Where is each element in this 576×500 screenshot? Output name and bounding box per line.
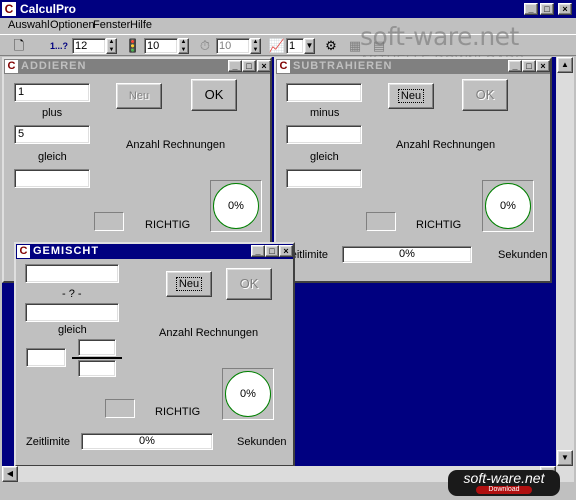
- correct-indicator: [94, 212, 124, 231]
- menu-optionen[interactable]: Optionen: [50, 19, 95, 31]
- main-title-bar[interactable]: C CalculPro _ □ ×: [0, 0, 576, 18]
- operator-label: minus: [310, 107, 340, 119]
- gauge-percent: 0%: [225, 371, 271, 417]
- settings-icon[interactable]: ⚙: [322, 37, 340, 55]
- menu-hilfe[interactable]: Hilfe: [130, 19, 152, 31]
- seconds-label: Sekunden: [237, 436, 287, 448]
- fraction-bar: [72, 357, 122, 359]
- addieren-title: ADDIEREN: [21, 60, 87, 72]
- window-subtrahieren[interactable]: C SUBTRAHIEREN _ □ × minus gleich Neu OK…: [274, 57, 552, 283]
- count-label: Anzahl Rechnungen: [396, 139, 496, 151]
- gemischt-title: GEMISCHT: [33, 245, 100, 257]
- result-input[interactable]: [14, 169, 90, 188]
- equals-label: gleich: [310, 151, 339, 163]
- addend-2-input[interactable]: 5: [14, 125, 90, 144]
- time-input[interactable]: 10: [216, 38, 250, 54]
- correct-label: RICHTIG: [145, 219, 191, 231]
- ok-button[interactable]: OK: [191, 79, 237, 111]
- denominator-input[interactable]: [78, 360, 116, 377]
- gauge-percent: 0%: [485, 183, 531, 229]
- watermark-logo: soft-ware.net: [360, 22, 519, 51]
- close-icon[interactable]: ×: [536, 60, 550, 72]
- result-input[interactable]: [286, 169, 362, 188]
- minimize-icon[interactable]: _: [251, 245, 265, 257]
- minimize-icon[interactable]: _: [508, 60, 522, 72]
- correct-indicator: [366, 212, 396, 231]
- score-gauge: 0%: [482, 180, 534, 232]
- addend-1-input[interactable]: 1: [14, 83, 90, 102]
- new-document-icon[interactable]: 🗋: [10, 37, 28, 55]
- time-progress-bar: 0%: [342, 246, 472, 263]
- time-progress-bar: 0%: [81, 433, 213, 450]
- count-spinner[interactable]: ▲ ▼: [178, 38, 189, 54]
- operand-1-input[interactable]: [25, 264, 119, 283]
- correct-label: RICHTIG: [416, 219, 462, 231]
- level-select[interactable]: 1: [286, 38, 304, 54]
- correct-indicator: [105, 399, 135, 418]
- operator-label: - ? -: [62, 288, 82, 300]
- window-logo-icon: C: [277, 60, 290, 73]
- traffic-light-icon: 🚦: [124, 38, 142, 53]
- whole-number-input[interactable]: [26, 348, 66, 367]
- close-icon[interactable]: ×: [558, 3, 572, 15]
- maximize-icon[interactable]: □: [265, 245, 279, 257]
- menu-fenster[interactable]: Fenster: [93, 19, 130, 31]
- seconds-label: Sekunden: [498, 249, 548, 261]
- scroll-left-icon[interactable]: ◀: [2, 466, 18, 482]
- scroll-down-icon[interactable]: ▼: [557, 450, 573, 466]
- minimize-icon[interactable]: _: [524, 3, 538, 15]
- operator-label: plus: [42, 107, 63, 119]
- number-range-icon: 1...?: [46, 37, 72, 55]
- window-logo-icon: C: [17, 245, 30, 258]
- scroll-up-icon[interactable]: ▲: [557, 57, 573, 73]
- new-button[interactable]: Neu: [166, 271, 212, 297]
- timer-icon: ⏱: [199, 38, 211, 53]
- addieren-title-bar[interactable]: C ADDIEREN _ □ ×: [4, 59, 271, 74]
- score-gauge: 0%: [210, 180, 262, 232]
- count-input[interactable]: 10: [144, 38, 178, 54]
- gauge-percent: 0%: [213, 183, 259, 229]
- equals-label: gleich: [38, 151, 67, 163]
- minimize-icon[interactable]: _: [228, 60, 242, 72]
- maximize-icon[interactable]: □: [540, 3, 554, 15]
- maximize-icon[interactable]: □: [242, 60, 256, 72]
- chevron-down-icon[interactable]: ▼: [304, 38, 315, 54]
- correct-label: RICHTIG: [155, 406, 201, 418]
- numerator-input[interactable]: [78, 339, 116, 356]
- score-gauge: 0%: [222, 368, 274, 420]
- operand-2-input[interactable]: [25, 303, 119, 322]
- close-icon[interactable]: ×: [257, 60, 271, 72]
- new-button-label: Neu: [175, 277, 203, 291]
- new-button[interactable]: Neu: [388, 83, 434, 109]
- gemischt-title-bar[interactable]: C GEMISCHT _ □ ×: [16, 244, 293, 259]
- badge-subtitle: Download: [476, 486, 532, 494]
- maximize-icon[interactable]: □: [522, 60, 536, 72]
- window-logo-icon: C: [5, 60, 18, 73]
- minuend-input[interactable]: [286, 83, 362, 102]
- window-gemischt[interactable]: C GEMISCHT _ □ × - ? - gleich Neu OK Anz…: [14, 242, 295, 467]
- time-limit-label: Zeitlimite: [26, 436, 71, 448]
- new-button-label: Neu: [397, 89, 425, 103]
- range-label: 1...?: [49, 41, 68, 51]
- ok-button[interactable]: OK: [462, 79, 508, 111]
- menu-auswahl[interactable]: Auswahl: [8, 19, 50, 31]
- chart-icon: 📈: [268, 38, 286, 53]
- badge-title: soft-ware.net: [463, 470, 545, 486]
- subtrahieren-title-bar[interactable]: C SUBTRAHIEREN _ □ ×: [276, 59, 550, 74]
- equals-label: gleich: [58, 324, 87, 336]
- ok-button[interactable]: OK: [226, 268, 272, 300]
- download-badge: soft-ware.net Download: [448, 470, 560, 496]
- count-label: Anzahl Rechnungen: [159, 327, 259, 339]
- time-spinner[interactable]: ▲ ▼: [250, 38, 261, 54]
- app-logo-icon: C: [2, 2, 16, 16]
- subtrahieren-title: SUBTRAHIEREN: [293, 60, 393, 72]
- range-spinner[interactable]: ▲ ▼: [106, 38, 117, 54]
- close-icon[interactable]: ×: [279, 245, 293, 257]
- range-input[interactable]: 12: [72, 38, 106, 54]
- count-label: Anzahl Rechnungen: [126, 139, 226, 151]
- new-button[interactable]: Neu: [116, 83, 162, 109]
- app-title: CalculPro: [20, 2, 77, 16]
- subtrahend-input[interactable]: [286, 125, 362, 144]
- vertical-scrollbar[interactable]: ▲ ▼: [556, 57, 574, 482]
